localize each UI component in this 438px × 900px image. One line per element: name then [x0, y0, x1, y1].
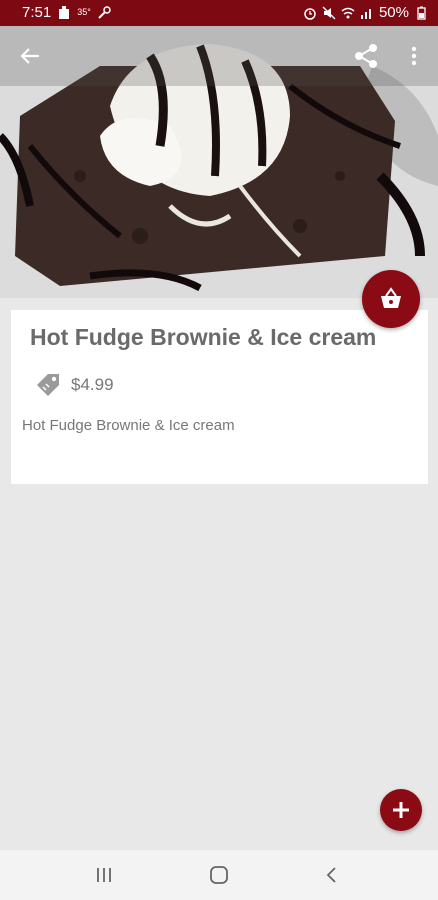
- product-card: Hot Fudge Brownie & Ice cream $4.99 Hot …: [11, 310, 428, 484]
- recent-apps-button[interactable]: [74, 850, 134, 900]
- basket-icon: [381, 287, 401, 308]
- signal-icon: [360, 8, 371, 19]
- tag-icon: [37, 374, 59, 396]
- more-vert-icon: [411, 46, 417, 66]
- chevron-left-icon: [326, 867, 336, 883]
- arrow-left-icon: [20, 48, 39, 64]
- status-right: 50%: [303, 4, 428, 21]
- battery-percent: 50%: [378, 4, 409, 21]
- app-toolbar: [0, 26, 438, 86]
- home-icon: [210, 866, 228, 884]
- status-left: 7:51 35°: [22, 4, 111, 21]
- alarm-icon: [304, 7, 316, 20]
- price-row: $4.99: [33, 370, 114, 400]
- puzzle-icon: [59, 5, 70, 19]
- wifi-icon: [341, 7, 355, 18]
- product-description: Hot Fudge Brownie & Ice cream: [22, 417, 235, 434]
- back-button[interactable]: [6, 26, 54, 86]
- status-bar: 7:51 35° 50%: [0, 0, 438, 26]
- battery-icon: [417, 6, 426, 20]
- plus-icon: [393, 802, 409, 818]
- add-button[interactable]: [380, 789, 422, 831]
- more-options-button[interactable]: [390, 26, 438, 86]
- home-button[interactable]: [189, 850, 249, 900]
- share-icon: [355, 44, 377, 68]
- product-title: Hot Fudge Brownie & Ice cream: [30, 324, 377, 350]
- system-nav-bar: [0, 850, 438, 900]
- mute-icon: [322, 6, 336, 19]
- system-back-button[interactable]: [302, 850, 362, 900]
- product-price: $4.99: [71, 375, 114, 394]
- share-button[interactable]: [342, 26, 390, 86]
- recents-icon: [97, 868, 111, 882]
- status-time: 7:51: [22, 4, 52, 21]
- wrench-icon: [98, 5, 111, 19]
- add-to-cart-button[interactable]: [362, 270, 420, 328]
- status-temp: 35°: [77, 7, 91, 17]
